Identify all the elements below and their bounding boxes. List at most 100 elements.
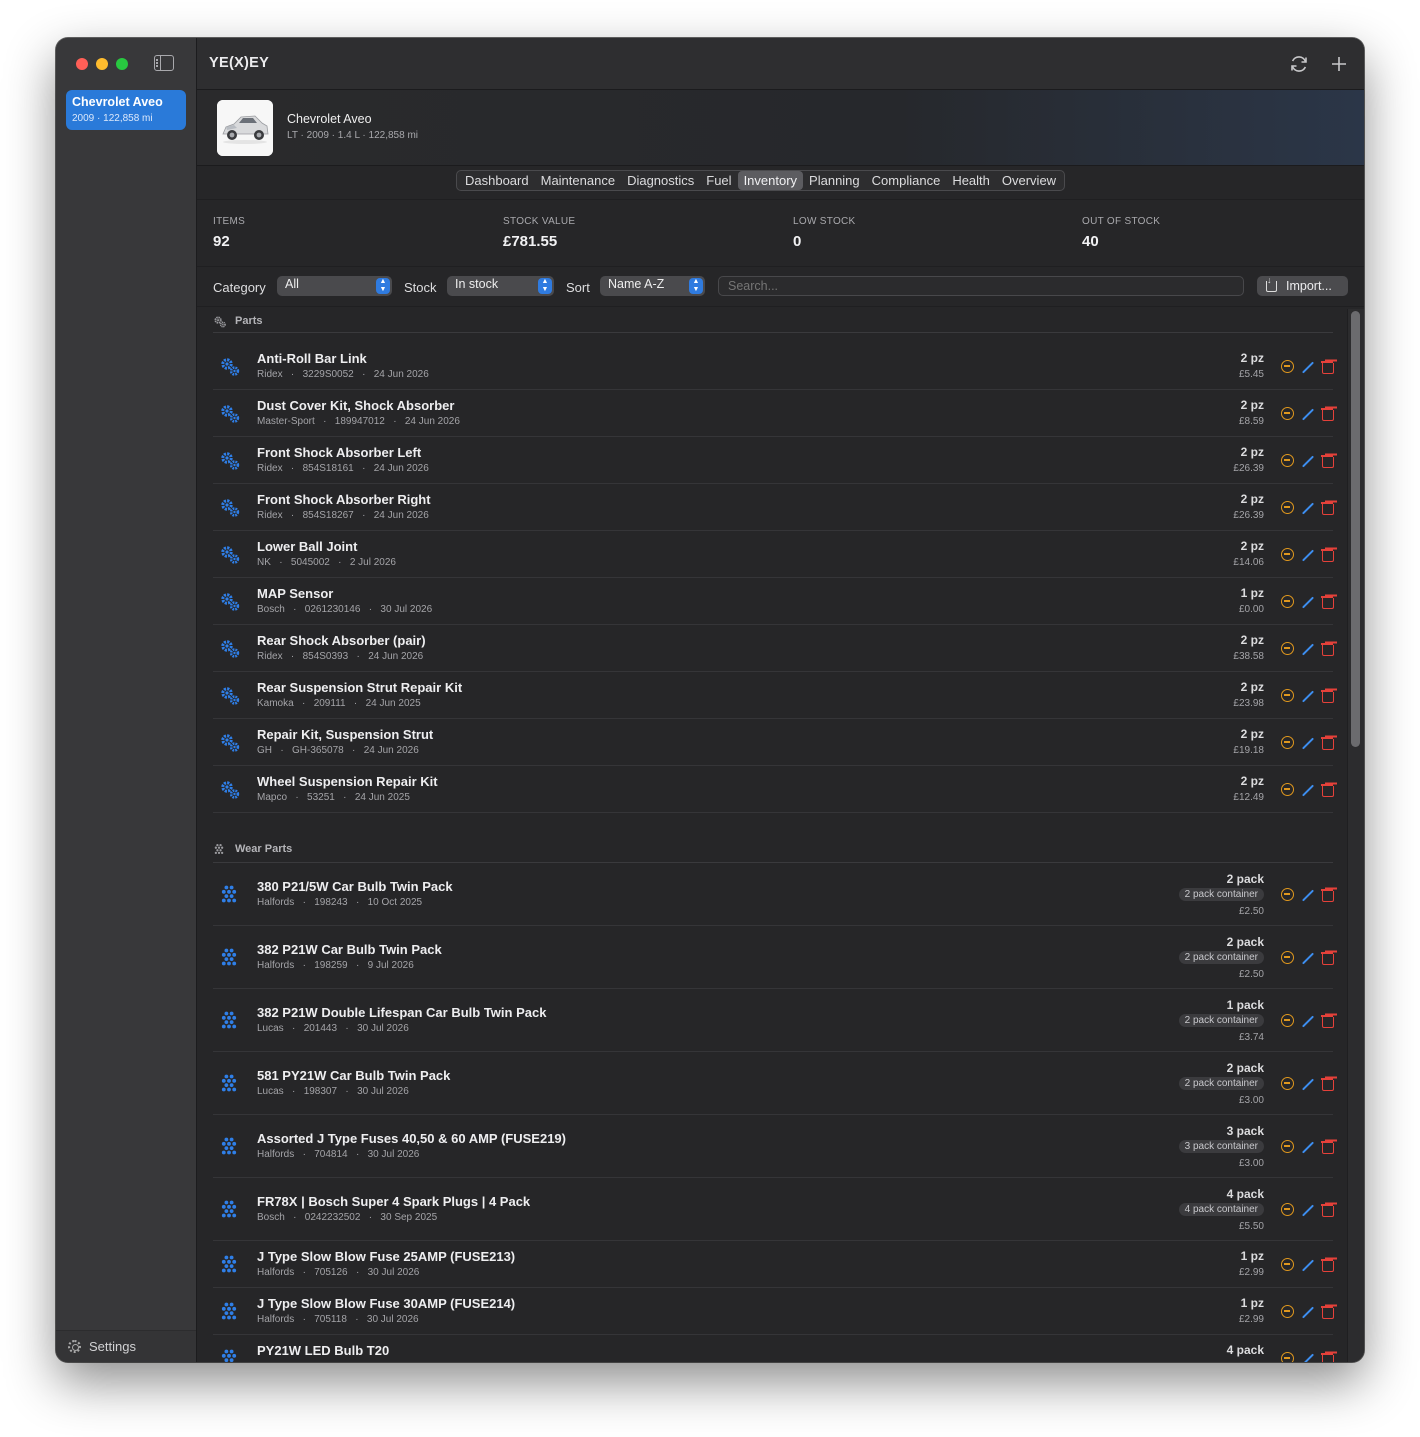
tab-maintenance[interactable]: Maintenance	[535, 171, 621, 190]
category-select[interactable]: All ▲ ▼	[277, 276, 392, 296]
delete-item-button[interactable]	[1321, 736, 1334, 750]
edit-item-button[interactable]	[1301, 783, 1315, 797]
inventory-list[interactable]: Parts Anti-Roll Bar Link Ridex · 3229S0052…	[197, 309, 1364, 1362]
list-item[interactable]: J Type Slow Blow Fuse 30AMP (FUSE214) Hal…	[213, 1288, 1334, 1335]
edit-item-button[interactable]	[1301, 1305, 1315, 1319]
list-item[interactable]: J Type Slow Blow Fuse 25AMP (FUSE213) Hal…	[213, 1241, 1334, 1288]
edit-item-button[interactable]	[1301, 360, 1315, 374]
minimize-window-button[interactable]	[96, 58, 108, 70]
list-item[interactable]: Lower Ball Joint NK · 5045002 · 2 Jul 202…	[213, 531, 1334, 578]
delete-item-button[interactable]	[1321, 642, 1334, 656]
refresh-button[interactable]	[1287, 52, 1311, 76]
zoom-window-button[interactable]	[116, 58, 128, 70]
list-item[interactable]: 380 P21/5W Car Bulb Twin Pack Halfords · …	[213, 863, 1334, 926]
close-window-button[interactable]	[76, 58, 88, 70]
decrease-stock-button[interactable]	[1281, 407, 1294, 420]
edit-item-button[interactable]	[1301, 642, 1315, 656]
delete-item-button[interactable]	[1321, 360, 1334, 374]
search-input[interactable]	[718, 276, 1244, 296]
delete-item-button[interactable]	[1321, 951, 1334, 965]
delete-item-button[interactable]	[1321, 1258, 1334, 1272]
decrease-stock-button[interactable]	[1281, 1352, 1294, 1362]
decrease-stock-button[interactable]	[1281, 1014, 1294, 1027]
list-item[interactable]: Front Shock Absorber Right Ridex · 854S18…	[213, 484, 1334, 531]
edit-item-button[interactable]	[1301, 595, 1315, 609]
list-item[interactable]: Front Shock Absorber Left Ridex · 854S181…	[213, 437, 1334, 484]
decrease-stock-button[interactable]	[1281, 1305, 1294, 1318]
edit-item-button[interactable]	[1301, 1077, 1315, 1091]
list-item[interactable]: MAP Sensor Bosch · 0261230146 · 30 Jul 20…	[213, 578, 1334, 625]
delete-item-button[interactable]	[1321, 1140, 1334, 1154]
list-item[interactable]: Dust Cover Kit, Shock Absorber Master-Spo…	[213, 390, 1334, 437]
delete-item-button[interactable]	[1321, 783, 1334, 797]
edit-item-button[interactable]	[1301, 1203, 1315, 1217]
decrease-stock-button[interactable]	[1281, 548, 1294, 561]
edit-item-button[interactable]	[1301, 1014, 1315, 1028]
delete-item-button[interactable]	[1321, 689, 1334, 703]
edit-item-button[interactable]	[1301, 407, 1315, 421]
delete-item-button[interactable]	[1321, 1352, 1334, 1362]
delete-item-button[interactable]	[1321, 1305, 1334, 1319]
edit-item-button[interactable]	[1301, 951, 1315, 965]
edit-item-button[interactable]	[1301, 689, 1315, 703]
tab-dashboard[interactable]: Dashboard	[459, 171, 535, 190]
edit-item-button[interactable]	[1301, 736, 1315, 750]
decrease-stock-button[interactable]	[1281, 1077, 1294, 1090]
edit-item-button[interactable]	[1301, 1258, 1315, 1272]
decrease-stock-button[interactable]	[1281, 736, 1294, 749]
decrease-stock-button[interactable]	[1281, 783, 1294, 796]
edit-item-button[interactable]	[1301, 548, 1315, 562]
delete-item-button[interactable]	[1321, 548, 1334, 562]
tab-planning[interactable]: Planning	[803, 171, 866, 190]
scrollbar-thumb[interactable]	[1351, 311, 1360, 747]
list-item[interactable]: FR78X | Bosch Super 4 Spark Plugs | 4 Pa…	[213, 1178, 1334, 1241]
edit-item-button[interactable]	[1301, 454, 1315, 468]
edit-item-button[interactable]	[1301, 1140, 1315, 1154]
decrease-stock-button[interactable]	[1281, 888, 1294, 901]
decrease-stock-button[interactable]	[1281, 501, 1294, 514]
sidebar-toggle-icon[interactable]	[154, 55, 174, 71]
list-item[interactable]: Rear Shock Absorber (pair) Ridex · 854S03…	[213, 625, 1334, 672]
list-item[interactable]: 581 PY21W Car Bulb Twin Pack Lucas · 1983…	[213, 1052, 1334, 1115]
decrease-stock-button[interactable]	[1281, 595, 1294, 608]
sidebar-vehicle-item[interactable]: Chevrolet Aveo 2009 · 122,858 mi	[66, 90, 186, 130]
decrease-stock-button[interactable]	[1281, 951, 1294, 964]
decrease-stock-button[interactable]	[1281, 689, 1294, 702]
add-button[interactable]	[1327, 52, 1351, 76]
decrease-stock-button[interactable]	[1281, 1203, 1294, 1216]
list-item[interactable]: Assorted J Type Fuses 40,50 & 60 AMP (FU…	[213, 1115, 1334, 1178]
decrease-stock-button[interactable]	[1281, 454, 1294, 467]
list-item[interactable]: 382 P21W Car Bulb Twin Pack Halfords · 19…	[213, 926, 1334, 989]
delete-item-button[interactable]	[1321, 1077, 1334, 1091]
list-item[interactable]: Repair Kit, Suspension Strut GH · GH-3650…	[213, 719, 1334, 766]
decrease-stock-button[interactable]	[1281, 1140, 1294, 1153]
import-button[interactable]: Import...	[1257, 275, 1348, 296]
tab-diagnostics[interactable]: Diagnostics	[621, 171, 700, 190]
delete-item-button[interactable]	[1321, 1203, 1334, 1217]
edit-item-button[interactable]	[1301, 501, 1315, 515]
tab-overview[interactable]: Overview	[996, 171, 1062, 190]
list-item[interactable]: PY21W LED Bulb T20 4 pack	[213, 1335, 1334, 1363]
list-item[interactable]: Anti-Roll Bar Link Ridex · 3229S0052 · 24…	[213, 343, 1334, 390]
delete-item-button[interactable]	[1321, 888, 1334, 902]
tab-health[interactable]: Health	[946, 171, 996, 190]
decrease-stock-button[interactable]	[1281, 1258, 1294, 1271]
tab-inventory[interactable]: Inventory	[737, 171, 804, 190]
delete-item-button[interactable]	[1321, 1014, 1334, 1028]
list-item[interactable]: 382 P21W Double Lifespan Car Bulb Twin P…	[213, 989, 1334, 1052]
delete-item-button[interactable]	[1321, 407, 1334, 421]
tab-fuel[interactable]: Fuel	[700, 171, 737, 190]
stock-select[interactable]: In stock ▲ ▼	[447, 276, 554, 296]
list-item[interactable]: Wheel Suspension Repair Kit Mapco · 53251…	[213, 766, 1334, 813]
delete-item-button[interactable]	[1321, 595, 1334, 609]
sort-select[interactable]: Name A-Z ▲ ▼	[600, 276, 705, 296]
delete-item-button[interactable]	[1321, 454, 1334, 468]
delete-item-button[interactable]	[1321, 501, 1334, 515]
edit-item-button[interactable]	[1301, 888, 1315, 902]
tab-compliance[interactable]: Compliance	[866, 171, 947, 190]
edit-item-button[interactable]	[1301, 1352, 1315, 1363]
list-item[interactable]: Rear Suspension Strut Repair Kit Kamoka ·…	[213, 672, 1334, 719]
decrease-stock-button[interactable]	[1281, 642, 1294, 655]
settings-button[interactable]: Settings	[56, 1330, 196, 1362]
decrease-stock-button[interactable]	[1281, 360, 1294, 373]
